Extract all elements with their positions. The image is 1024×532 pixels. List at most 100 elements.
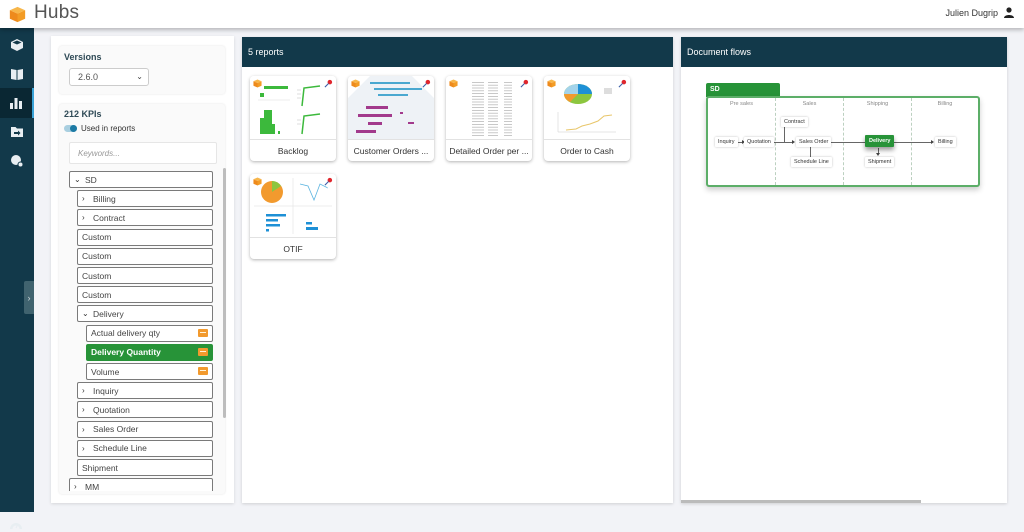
- tree-item[interactable]: Custom: [77, 247, 213, 265]
- pin-icon[interactable]: [324, 79, 333, 88]
- tree-item-label: Custom: [82, 232, 112, 243]
- pin-icon[interactable]: [618, 79, 627, 88]
- app-title: Hubs: [34, 2, 80, 23]
- flow-group-tab[interactable]: SD: [706, 83, 780, 97]
- tree-item-label: Actual delivery qty: [91, 328, 160, 339]
- report-card-otif[interactable]: OTIF: [250, 174, 336, 259]
- used-in-reports-toggle[interactable]: [64, 125, 77, 132]
- tree-item-label: Custom: [82, 289, 112, 300]
- report-card-order-to-cash[interactable]: Order to Cash: [544, 76, 630, 161]
- report-card-detailed-order[interactable]: Detailed Order per ...: [446, 76, 532, 161]
- chevron-down-icon[interactable]: ⌄: [82, 309, 89, 318]
- hubs-logo-icon: [449, 79, 458, 88]
- tree-item-label: MM: [85, 481, 100, 491]
- globe-settings-icon: [11, 155, 23, 167]
- tree-item[interactable]: › Contract: [77, 209, 213, 227]
- user-menu[interactable]: Julien Dugrip: [945, 7, 1014, 18]
- chevron-down-icon[interactable]: ⌄: [74, 175, 81, 184]
- tree-item[interactable]: Shipment: [77, 459, 213, 476]
- tree-item-label: Schedule Line: [93, 443, 147, 454]
- report-label: OTIF: [250, 237, 336, 259]
- pin-icon[interactable]: [520, 79, 529, 88]
- chevron-right-icon[interactable]: ›: [82, 194, 89, 203]
- tree-item[interactable]: ⌄ Delivery: [77, 305, 213, 323]
- top-bar: Hubs Julien Dugrip: [0, 0, 1024, 28]
- tree-item[interactable]: Custom: [77, 267, 213, 284]
- arrow-icon: [931, 140, 934, 144]
- tree-item[interactable]: › Schedule Line: [77, 439, 213, 457]
- flow-node-contract[interactable]: Contract: [781, 117, 808, 127]
- cube-icon: [11, 39, 23, 51]
- tree-item-label: Inquiry: [93, 385, 119, 396]
- report-label: Order to Cash: [544, 139, 630, 161]
- tree-item[interactable]: › Inquiry: [77, 382, 213, 400]
- nav-item-globe[interactable]: [0, 146, 34, 176]
- document-flows-header: Document flows: [681, 37, 1007, 67]
- versions-section: Versions 2.6.0 ⌄: [59, 46, 225, 94]
- tree-item[interactable]: › MM: [69, 478, 213, 491]
- flow-node-sales-order[interactable]: Sales Order: [796, 137, 832, 147]
- folder-arrow-icon: [11, 127, 23, 137]
- kpi-badge-icon: [198, 367, 208, 375]
- kpi-tree: ⌄ SD › Billing › Contract Custom Custom Custom Cu…: [51, 171, 229, 491]
- nav-item-reports[interactable]: [0, 88, 34, 118]
- horizontal-scrollbar[interactable]: [681, 500, 921, 503]
- nav-item-folder[interactable]: [0, 117, 34, 147]
- flow-node-inquiry[interactable]: Inquiry: [715, 137, 738, 147]
- expand-sidebar-handle[interactable]: ›: [24, 281, 34, 314]
- pin-icon[interactable]: [422, 79, 431, 88]
- tree-item[interactable]: Volume: [86, 363, 213, 380]
- tree-item-label: SD: [85, 174, 97, 185]
- report-label: Detailed Order per ...: [446, 139, 532, 161]
- tree-item-label: Shipment: [82, 462, 118, 473]
- flow-node-billing[interactable]: Billing: [935, 137, 956, 147]
- tree-item-label: Volume: [91, 366, 120, 377]
- tree-item[interactable]: Delivery Quantity: [86, 343, 213, 361]
- tree-item-label: Sales Order: [93, 424, 139, 435]
- keywords-search-input[interactable]: Keywords...: [69, 142, 217, 164]
- tree-item[interactable]: › Billing: [77, 190, 213, 208]
- dashboard-gauge-icon[interactable]: [9, 518, 23, 532]
- kpi-count-label: 212 KPIs: [64, 109, 102, 119]
- tree-scrollbar[interactable]: [223, 168, 226, 418]
- nav-item-book[interactable]: [0, 59, 34, 89]
- flow-node-delivery[interactable]: Delivery: [865, 135, 895, 147]
- hubs-logo-icon: [351, 79, 360, 88]
- document-flows-panel: Document flows SD Pre sales Sales Shippi…: [681, 37, 1007, 503]
- chevron-right-icon[interactable]: ›: [74, 482, 81, 491]
- chevron-right-icon[interactable]: ›: [82, 425, 89, 434]
- report-card-customer-orders[interactable]: Customer Orders ...: [348, 76, 434, 161]
- flow-node-quotation[interactable]: Quotation: [744, 137, 774, 147]
- chevron-right-icon[interactable]: ›: [82, 405, 89, 414]
- chevron-right-icon[interactable]: ›: [82, 213, 89, 222]
- version-select[interactable]: 2.6.0 ⌄: [69, 68, 149, 86]
- nav-item-cube[interactable]: [0, 30, 34, 60]
- flow-node-shipment[interactable]: Shipment: [865, 157, 895, 167]
- lane-title: Sales: [802, 101, 817, 107]
- lane-title: Shipping: [866, 101, 889, 107]
- tree-item[interactable]: Actual delivery qty: [86, 324, 213, 342]
- report-label: Backlog: [250, 139, 336, 161]
- tree-item[interactable]: › Quotation: [77, 401, 213, 419]
- tree-item-label: Custom: [82, 251, 112, 262]
- tree-item[interactable]: › Sales Order: [77, 420, 213, 438]
- tree-item[interactable]: Custom: [77, 286, 213, 304]
- tree-item-label: Custom: [82, 270, 112, 281]
- user-name: Julien Dugrip: [945, 7, 998, 18]
- chevron-right-icon[interactable]: ›: [82, 386, 89, 395]
- flow-node-schedule-line[interactable]: Schedule Line: [791, 157, 832, 167]
- tree-item[interactable]: ⌄ SD: [69, 171, 213, 188]
- pin-icon[interactable]: [324, 177, 333, 186]
- tree-item[interactable]: Custom: [77, 228, 213, 246]
- versions-label: Versions: [64, 52, 102, 62]
- chevron-right-icon[interactable]: ›: [82, 444, 89, 453]
- arrow-down-icon: [876, 153, 880, 156]
- report-card-backlog[interactable]: Backlog: [250, 76, 336, 161]
- kpi-badge-icon: [198, 328, 208, 337]
- flow-box: Pre sales Sales Shipping Billing Inquiry…: [706, 96, 980, 187]
- bar-chart-icon: [10, 98, 22, 109]
- reports-panel: 5 reports Backlog Customer Orders ... De…: [242, 37, 673, 503]
- tree-item-label: Delivery Quantity: [91, 347, 161, 358]
- tree-item-label: Contract: [93, 212, 126, 223]
- tree-item-label: Billing: [93, 193, 116, 204]
